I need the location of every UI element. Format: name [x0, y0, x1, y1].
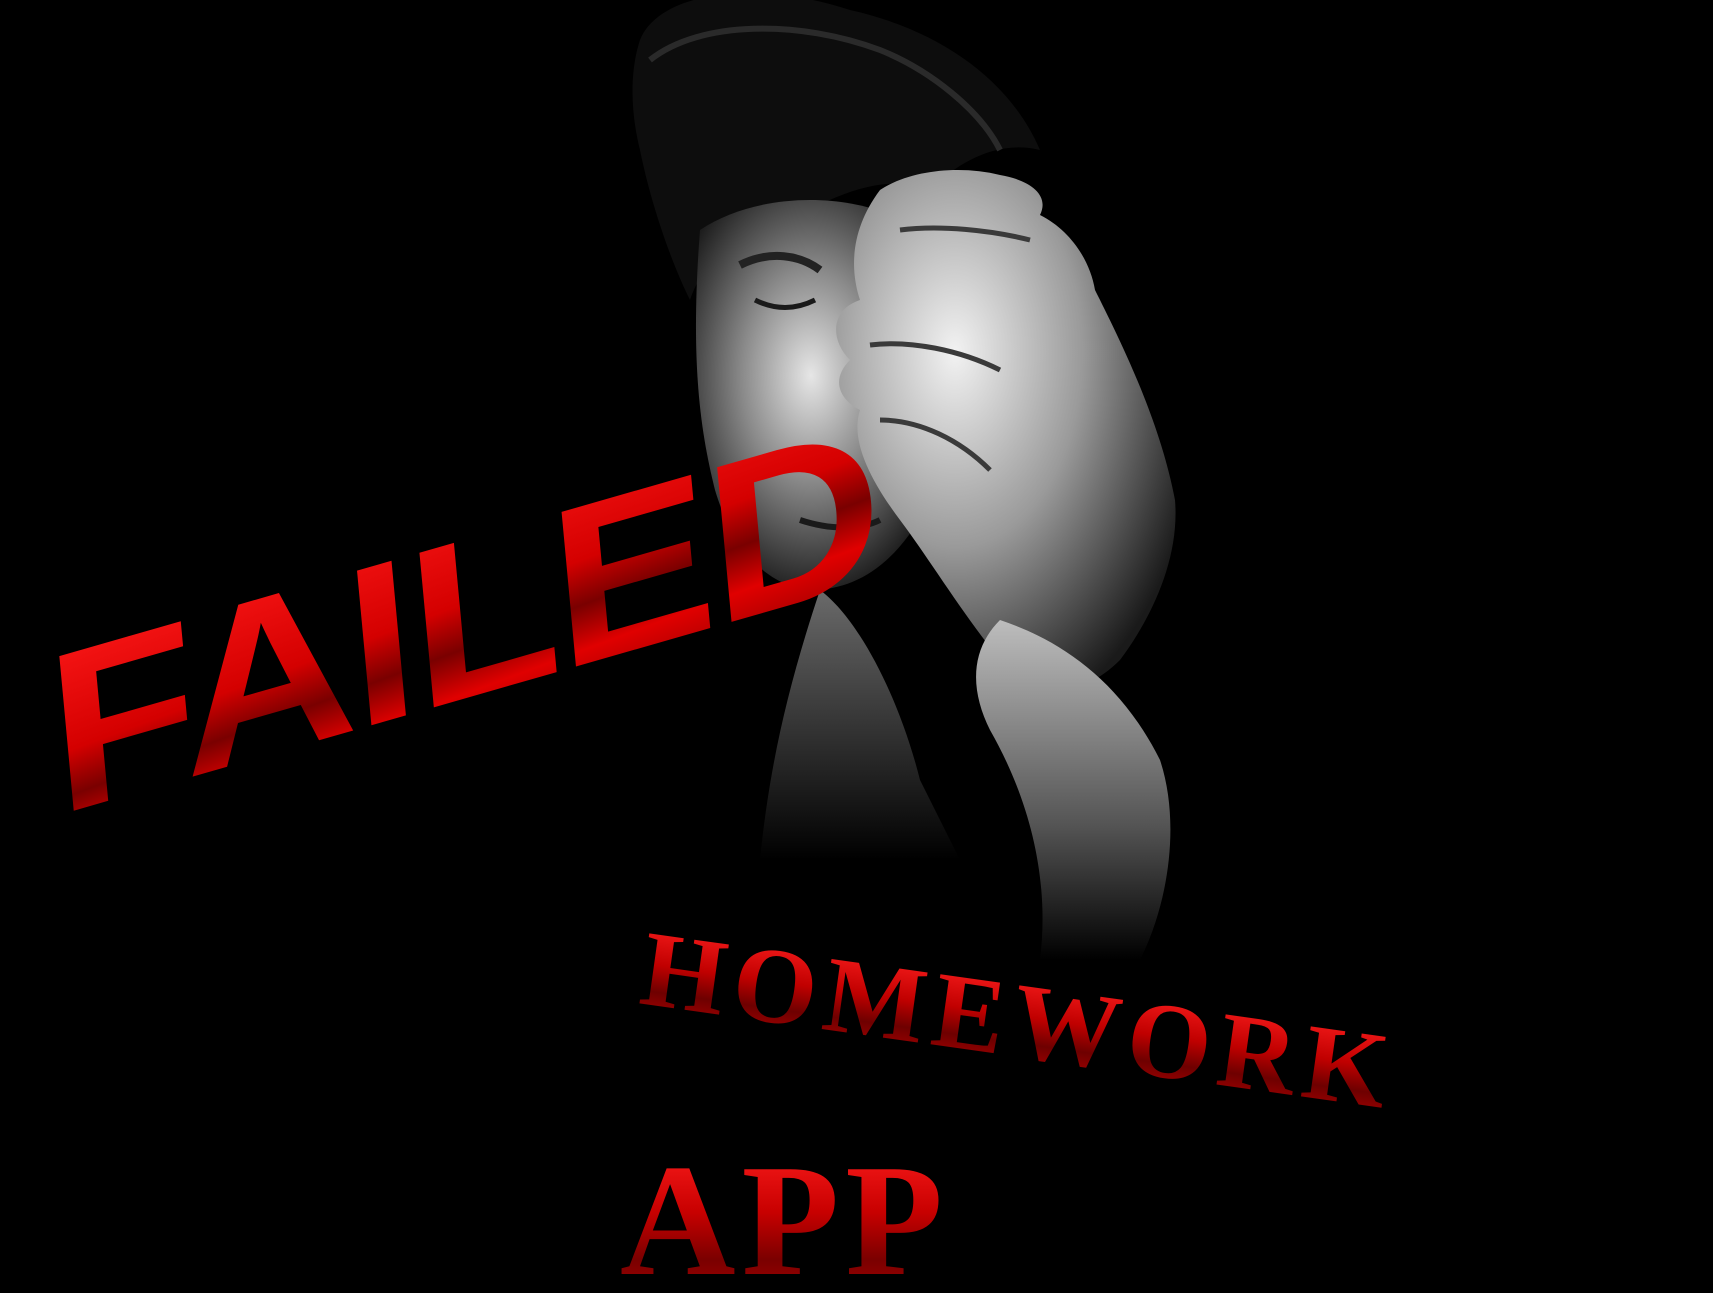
tagline-app: APP	[620, 1140, 949, 1293]
poster: FAILED HOMEWORK APP	[0, 0, 1713, 1293]
